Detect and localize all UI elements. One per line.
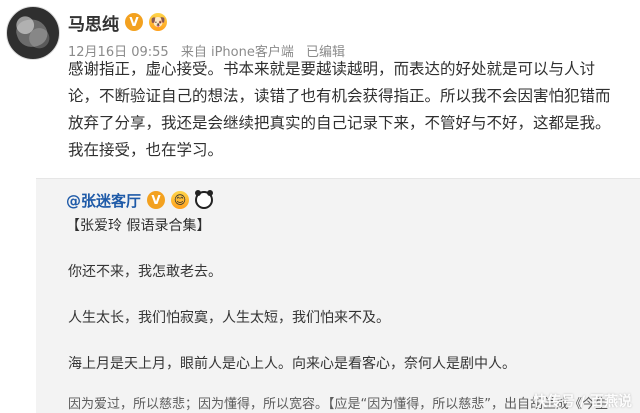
repost-line-1: 你还不来，我怎敢老去。: [68, 264, 222, 280]
post-content: 感谢指正，虚心接受。书本来就是要越读越明，而表达的好处就是可以与人讨论，不断验证…: [68, 60, 611, 159]
repost-card[interactable]: @张迷客厅 V 😊 【张爱玲 假语录合集】 你还不来，我怎敢老去。 人生太长，我…: [36, 178, 640, 413]
repost-line-2: 人生太长，我们怕寂寞，人生太短，我们怕来不及。: [68, 310, 390, 326]
weibo-post: 马思纯 V 🐶 12月16日 09:55 来自 iPhone客户端 已编辑 感谢…: [0, 0, 640, 413]
emoji-icon: 😊: [171, 191, 190, 209]
repost-subtitle: 【张爱玲 假语录合集】: [66, 218, 211, 234]
name-row: 马思纯 V 🐶: [68, 8, 628, 36]
repost-cutoff-line: 因为爱过，所以慈悲；因为懂得，所以宽容。【应是“因为懂得，所以慈悲”，出自胡兰成…: [68, 397, 608, 412]
post-header: 马思纯 V 🐶 12月16日 09:55 来自 iPhone客户端 已编辑: [68, 8, 628, 60]
username[interactable]: 马思纯: [68, 10, 119, 35]
panda-icon: [195, 190, 214, 209]
verified-badge-icon: V: [125, 13, 143, 31]
repost-username[interactable]: @张迷客厅: [66, 190, 141, 211]
repost-line-3: 海上月是天上月，眼前人是心上人。向来心是看客心，奈何人是剧中人。: [68, 356, 516, 372]
emoji-icon: 🐶: [149, 13, 167, 31]
repost-header: @张迷客厅 V 😊: [66, 187, 214, 213]
watermark: 快传号 / 百燕说: [533, 394, 632, 410]
avatar[interactable]: [6, 6, 60, 60]
verified-badge-icon: V: [147, 191, 166, 209]
repost-lines: 你还不来，我怎敢老去。 人生太长，我们怕寂寞，人生太短，我们怕来不及。 海上月是…: [68, 261, 628, 399]
